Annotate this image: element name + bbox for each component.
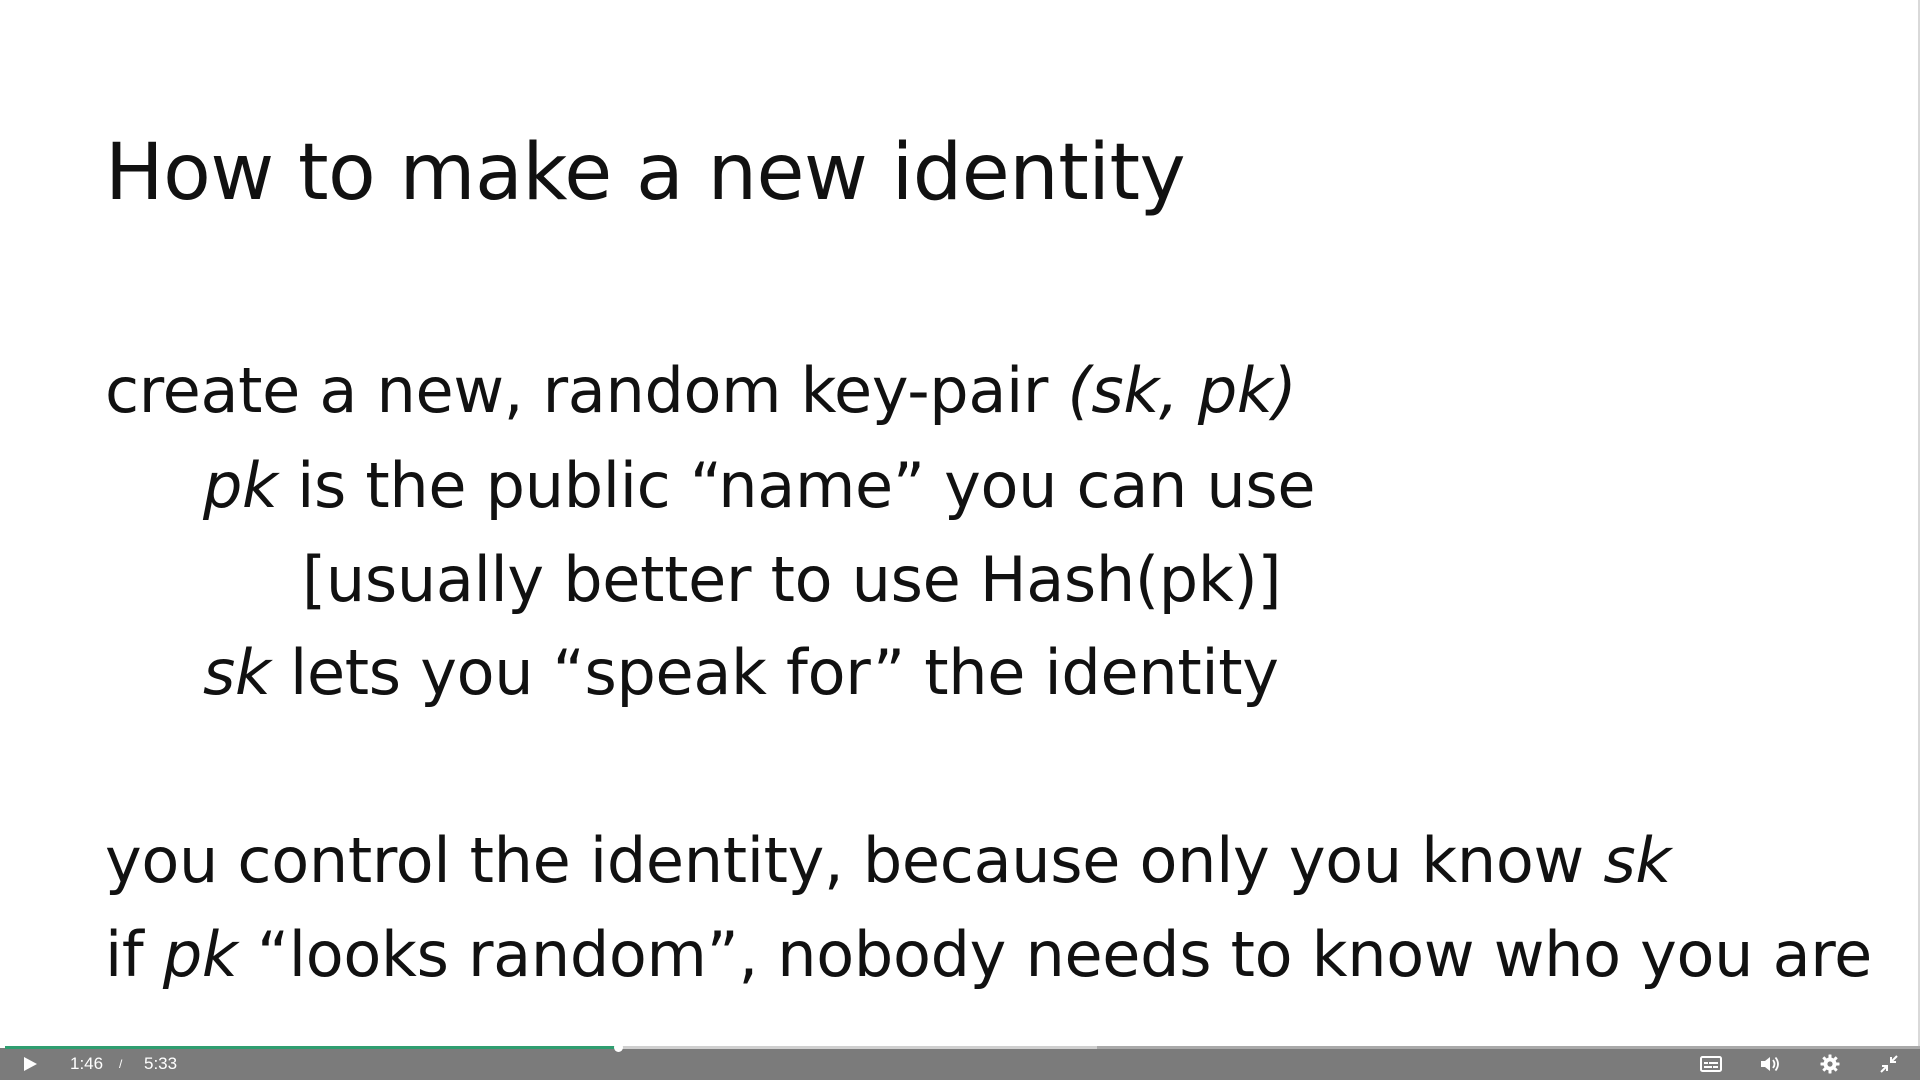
play-icon bbox=[24, 1057, 37, 1071]
progress-bar[interactable] bbox=[5, 1043, 1920, 1052]
video-viewport[interactable]: How to make a new identity create a new,… bbox=[0, 0, 1920, 1080]
slide-line-anonymity: if pk “looks random”, nobody needs to kn… bbox=[105, 918, 1872, 991]
duration: 5:33 bbox=[144, 1054, 178, 1073]
gear-icon bbox=[1820, 1054, 1840, 1074]
current-time: 1:46 bbox=[70, 1054, 104, 1073]
lecture-slide: How to make a new identity create a new,… bbox=[0, 0, 1920, 1048]
settings-button[interactable] bbox=[1814, 1048, 1846, 1080]
slide-line-keypair: create a new, random key-pair (sk, pk) bbox=[105, 354, 1297, 427]
time-separator: / bbox=[119, 1057, 123, 1071]
exit-fullscreen-button[interactable] bbox=[1873, 1048, 1905, 1080]
captions-button[interactable] bbox=[1695, 1048, 1727, 1080]
slide-line-public-name: pk is the public “name” you can use bbox=[203, 449, 1316, 522]
play-button[interactable] bbox=[14, 1048, 46, 1080]
progress-played bbox=[5, 1046, 618, 1049]
slide-title: How to make a new identity bbox=[105, 128, 1186, 218]
captions-icon bbox=[1700, 1056, 1722, 1072]
exit-fullscreen-icon bbox=[1880, 1055, 1898, 1073]
slide-line-control: you control the identity, because only y… bbox=[105, 824, 1671, 897]
volume-button[interactable] bbox=[1754, 1048, 1786, 1080]
player-control-bar: 1:46 / 5:33 bbox=[0, 1048, 1920, 1080]
slide-line-secret-key: sk lets you “speak for” the identity bbox=[203, 636, 1279, 709]
volume-icon bbox=[1761, 1056, 1779, 1072]
progress-scrubber-handle[interactable] bbox=[613, 1043, 623, 1052]
slide-line-hash-note: [usually better to use Hash(pk)] bbox=[302, 543, 1282, 616]
